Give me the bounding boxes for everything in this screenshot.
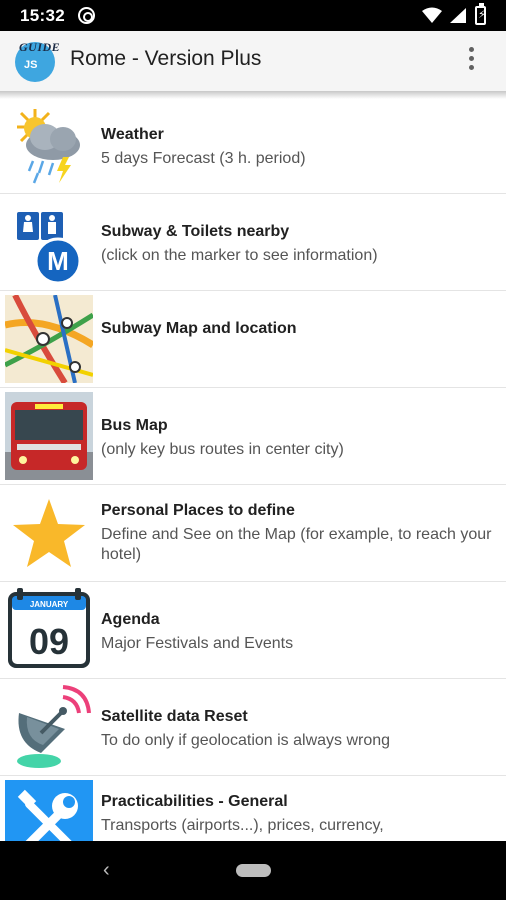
menu-item-satellite-reset[interactable]: Satellite data Reset To do only if geolo… (0, 679, 506, 776)
menu-item-title: Personal Places to define (101, 502, 295, 519)
satellite-dish-icon (17, 685, 91, 768)
app-logo: GUIDE JS (15, 40, 60, 82)
tools-icon (5, 780, 93, 841)
menu-item-subtitle: (only key bus routes in center city) (101, 441, 344, 458)
menu-item-subway-toilets[interactable]: M Subway & Toilets nearby (click on the … (0, 194, 506, 291)
weather-storm-icon (17, 109, 80, 184)
calendar-icon: JANUARY 09 (5, 586, 93, 674)
menu-item-subway-map[interactable]: Subway Map and location (0, 291, 506, 388)
menu-item-subtitle: Define and See on the Map (for example, … (101, 526, 492, 563)
status-bar: 15:32 ⚡ (0, 0, 506, 31)
toilets-metro-icon: M (17, 212, 82, 285)
menu-list: Weather 5 days Forecast (3 h. period) M … (0, 97, 506, 841)
menu-item-title: Agenda (101, 611, 160, 628)
wifi-icon (422, 7, 442, 23)
star-icon (13, 499, 85, 567)
subway-map-icon (5, 295, 93, 383)
calendar-graphic: JANUARY 09 (8, 588, 90, 668)
menu-item-title: Subway Map and location (101, 320, 297, 337)
svg-text:M: M (47, 246, 69, 276)
menu-item-title: Practicabilities - General (101, 793, 288, 810)
logo-js-text: JS (24, 59, 38, 71)
app-title: Rome - Version Plus (70, 47, 262, 70)
menu-item-personal-places[interactable]: Personal Places to define Define and See… (0, 485, 506, 582)
menu-item-weather[interactable]: Weather 5 days Forecast (3 h. period) (0, 97, 506, 194)
menu-item-subtitle: To do only if geolocation is always wron… (101, 732, 391, 749)
menu-item-bus-map[interactable]: Bus Map (only key bus routes in center c… (0, 388, 506, 485)
sync-icon (78, 7, 95, 24)
menu-item-title: Bus Map (101, 417, 168, 434)
status-time: 15:32 (20, 6, 65, 25)
menu-item-title: Satellite data Reset (101, 708, 248, 725)
menu-item-title: Subway & Toilets nearby (101, 223, 290, 240)
calendar-month: JANUARY (30, 600, 69, 609)
menu-item-subtitle: Major Festivals and Events (101, 635, 294, 652)
overflow-menu-icon[interactable] (462, 45, 482, 75)
home-pill-icon[interactable] (236, 864, 271, 877)
navigation-bar: ‹ (0, 841, 506, 900)
menu-item-subtitle: 5 days Forecast (3 h. period) (101, 150, 306, 167)
menu-item-practicabilities[interactable]: Practicabilities - General Transports (a… (0, 776, 506, 841)
battery-charging-icon: ⚡ (475, 3, 486, 25)
menu-item-agenda[interactable]: JANUARY 09 Agenda Major Festivals and Ev… (0, 582, 506, 679)
logo-guide-text: GUIDE (19, 40, 61, 54)
signal-icon (450, 8, 466, 23)
back-icon[interactable]: ‹ (103, 859, 110, 882)
calendar-day: 09 (29, 621, 69, 662)
app-bar: GUIDE JS Rome - Version Plus (0, 31, 506, 91)
bus-icon (5, 392, 93, 480)
menu-item-subtitle: Transports (airports...), prices, curren… (101, 817, 384, 834)
menu-item-subtitle: (click on the marker to see information) (101, 247, 378, 264)
menu-item-title: Weather (101, 126, 164, 143)
